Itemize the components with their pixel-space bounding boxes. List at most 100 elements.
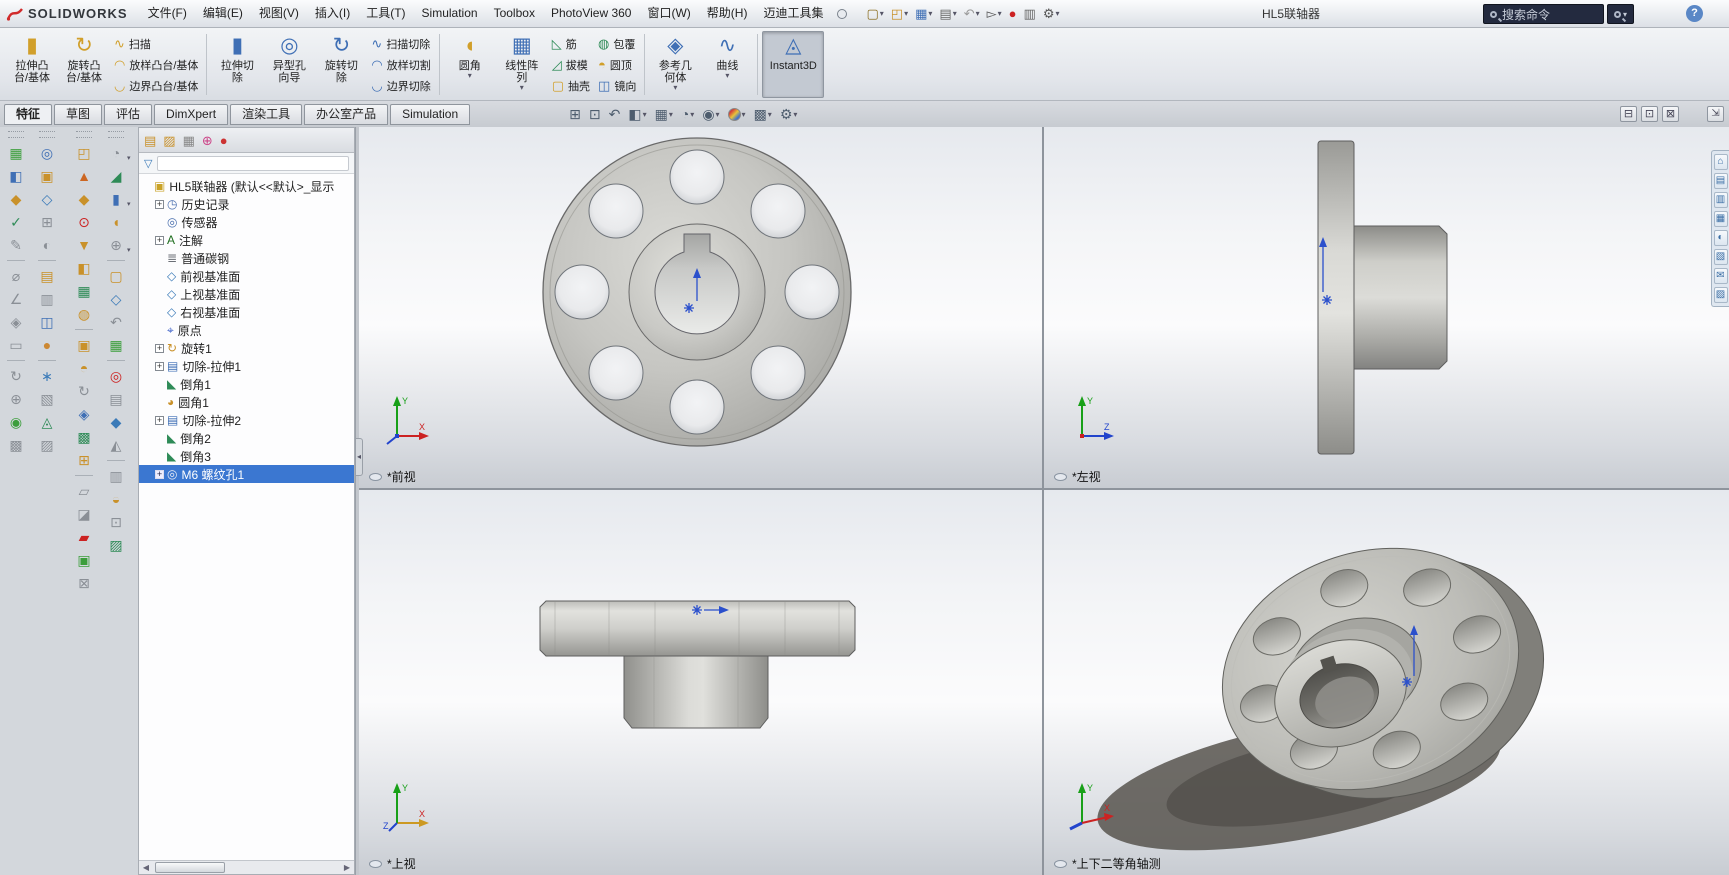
tree-item[interactable]: ⌖ 原点: [139, 321, 354, 339]
panel-splitter[interactable]: [355, 127, 359, 875]
featuremanager-tab[interactable]: ▤: [144, 134, 156, 147]
expander-icon[interactable]: [155, 290, 164, 299]
viewport-top[interactable]: X Y Z *上视: [359, 490, 1042, 875]
toolbar-button[interactable]: ◉: [4, 411, 29, 432]
commandmanager-tab[interactable]: Simulation: [390, 103, 471, 125]
tree-item[interactable]: ◇ 上视基准面: [139, 285, 354, 303]
appearances-tab[interactable]: ◐: [1713, 230, 1728, 246]
toolbar-button[interactable]: ▢: [104, 265, 129, 286]
toolbar-button[interactable]: ⊕: [4, 388, 29, 409]
solidworks-resources-tab[interactable]: ⌂: [1713, 154, 1728, 170]
wrap-button[interactable]: ◍ 包覆: [598, 34, 636, 54]
toolbar-button[interactable]: ▧: [35, 388, 60, 409]
menu-item[interactable]: 编辑(E): [195, 0, 251, 27]
scroll-right-arrow[interactable]: ▶: [340, 863, 354, 872]
menu-item[interactable]: PhotoView 360: [543, 0, 640, 27]
commandmanager-tab[interactable]: DimXpert: [154, 103, 229, 125]
tree-item[interactable]: ◣ 倒角1: [139, 375, 354, 393]
tree-horizontal-scrollbar[interactable]: ◀ ▶: [139, 860, 354, 874]
revolved-boss-base-button[interactable]: ↻ 旋转凸 台/基体: [58, 31, 110, 98]
commandmanager-tab[interactable]: 渲染工具: [230, 103, 303, 125]
tree-item[interactable]: + ↻ 旋转1: [139, 339, 354, 357]
apply-scene-button[interactable]: ▩ ▾: [752, 107, 774, 121]
command-search-input[interactable]: 搜索命令: [1483, 4, 1604, 24]
commandmanager-tab[interactable]: 办公室产品: [304, 103, 389, 125]
print-button[interactable]: ▤ ▾: [936, 4, 959, 24]
expander-icon[interactable]: [155, 434, 164, 443]
viewport-horizontal-divider[interactable]: [359, 488, 1729, 490]
help-button[interactable]: ?: [1686, 5, 1703, 22]
design-library-tab[interactable]: ▤: [1713, 173, 1728, 189]
viewport-vertical-divider[interactable]: [1042, 127, 1044, 875]
toolbar-button[interactable]: ▤: [35, 265, 60, 286]
toolbar-button[interactable]: ↻: [72, 380, 97, 401]
expander-icon[interactable]: [155, 218, 164, 227]
select-button[interactable]: ▻ ▾: [984, 4, 1005, 24]
toolbar-button[interactable]: ✎: [4, 234, 29, 255]
mirror-button[interactable]: ◫ 镜向: [598, 76, 636, 96]
viewport-front[interactable]: Y X *前视: [359, 127, 1042, 488]
toolbar-button[interactable]: ◎: [35, 142, 60, 163]
expander-icon[interactable]: +: [155, 199, 164, 209]
propertymanager-tab[interactable]: ▨: [163, 134, 175, 147]
previous-view-button[interactable]: ↶: [607, 107, 623, 121]
menu-item[interactable]: 文件(F): [140, 0, 195, 27]
zoom-to-area-button[interactable]: ⊡: [587, 107, 603, 121]
dome-button[interactable]: ◓ 圆顶: [598, 55, 636, 75]
shell-button[interactable]: ▢ 抽壳: [552, 76, 590, 96]
toolbar-button[interactable]: [4, 357, 29, 363]
tree-item[interactable]: ◇ 前视基准面: [139, 267, 354, 285]
extruded-boss-base-button[interactable]: ▮ 拉伸凸 台/基体: [6, 31, 58, 98]
toolbar-button[interactable]: ◔ ▾: [104, 142, 131, 163]
view-palette-tab[interactable]: ▦: [1713, 211, 1728, 227]
toolbar-button[interactable]: ◐: [35, 234, 60, 255]
toolbar-button[interactable]: [4, 257, 29, 263]
view-settings-button[interactable]: ⚙ ▾: [778, 107, 800, 121]
toolbar-button[interactable]: ◰: [72, 142, 97, 163]
section-view-button[interactable]: ◧ ▾: [626, 107, 648, 121]
toolbar-button[interactable]: ▼: [72, 234, 97, 255]
save-button[interactable]: ▦ ▾: [912, 4, 935, 24]
tree-item[interactable]: ◕ 圆角1: [139, 393, 354, 411]
file-properties-button[interactable]: ▥: [1021, 4, 1039, 24]
tree-filter-input[interactable]: [157, 155, 349, 171]
toolbar-button[interactable]: [104, 357, 129, 363]
swept-boss-base-button[interactable]: ∿ 扫描: [114, 34, 198, 54]
tree-item[interactable]: + ◎ M6 螺纹孔1: [139, 465, 354, 483]
toolbar-button[interactable]: [104, 257, 129, 263]
view-orientation-button[interactable]: ▦ ▾: [653, 107, 675, 121]
toolbar-button[interactable]: ◈: [72, 403, 97, 424]
rib-button[interactable]: ◺ 筋: [552, 34, 590, 54]
viewport-restore-button[interactable]: ⊡: [1641, 106, 1658, 122]
toolbar-button[interactable]: ▲: [72, 165, 97, 186]
viewport-left[interactable]: Y Z *左视: [1044, 127, 1729, 488]
tree-item[interactable]: ≣ 普通碳钢: [139, 249, 354, 267]
expander-icon[interactable]: +: [155, 361, 164, 371]
expander-icon[interactable]: +: [155, 469, 164, 479]
documents-tab[interactable]: ▨: [1713, 287, 1728, 303]
viewport-close-button[interactable]: ⊠: [1662, 106, 1679, 122]
toolbar-button[interactable]: ◧: [72, 257, 97, 278]
toolbar-button[interactable]: [35, 257, 60, 263]
search-dropdown-button[interactable]: ▾: [1607, 4, 1634, 24]
toolbar-button[interactable]: [72, 326, 97, 332]
menu-item[interactable]: Toolbox: [486, 0, 543, 27]
edit-appearance-button[interactable]: ▾: [726, 107, 748, 121]
expander-icon[interactable]: [142, 182, 151, 191]
zoom-to-fit-button[interactable]: ⊞: [567, 107, 583, 121]
tree-item[interactable]: ◎ 传感器: [139, 213, 354, 231]
toolbar-button[interactable]: ⊠: [72, 572, 97, 593]
tree-item[interactable]: + ▤ 切除-拉伸1: [139, 357, 354, 375]
fullscreen-button[interactable]: ⇲: [1707, 106, 1724, 122]
toolbar-button[interactable]: ▥: [35, 288, 60, 309]
displaymanager-tab[interactable]: ●: [220, 134, 228, 147]
swept-cut-button[interactable]: ∿ 扫描切除: [371, 34, 430, 54]
toolbar-button[interactable]: ⊡: [104, 511, 129, 532]
expander-icon[interactable]: +: [155, 343, 164, 353]
toolbar-button[interactable]: ↶: [104, 311, 129, 332]
toolbar-button[interactable]: ◒: [104, 488, 129, 509]
toolbar-button[interactable]: ▭: [4, 334, 29, 355]
toolbar-button[interactable]: [35, 357, 60, 363]
toolbar-button[interactable]: ▩: [4, 434, 29, 455]
toolbar-button[interactable]: ▦: [4, 142, 29, 163]
